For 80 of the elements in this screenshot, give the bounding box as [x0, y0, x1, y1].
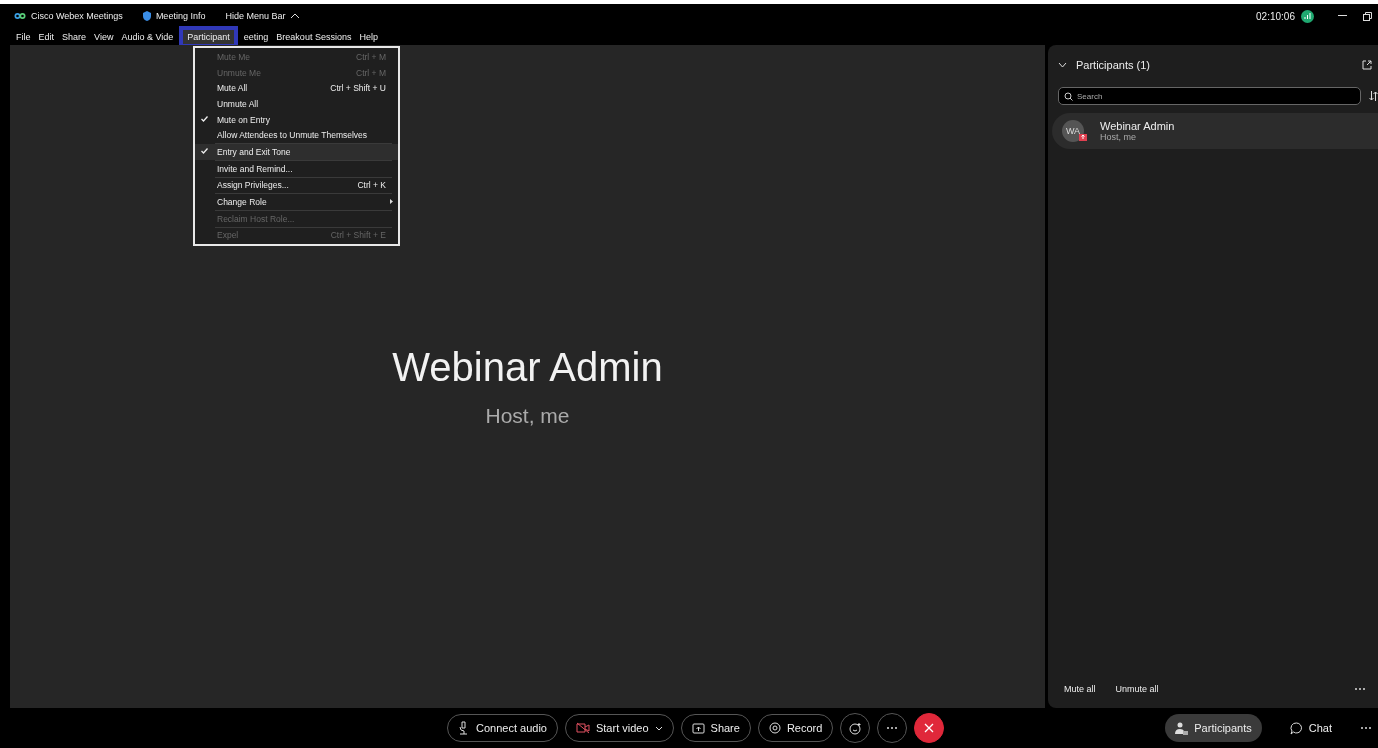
panel-title: Participants (1) — [1076, 59, 1150, 71]
chevron-down-icon[interactable] — [654, 725, 663, 731]
audio-button[interactable]: Connect audio — [447, 714, 558, 742]
menu-option[interactable]: Allow Attendees to Unmute Themselves — [195, 127, 398, 144]
menu-item[interactable]: Help — [355, 29, 382, 44]
logo-icon — [14, 12, 26, 20]
menu-label: Mute on Entry — [217, 114, 270, 125]
record-button[interactable]: Record — [757, 714, 834, 742]
chevron-up-icon — [290, 13, 301, 19]
menu-item[interactable]: View — [90, 29, 118, 44]
menu-option[interactable]: Unmute All — [195, 96, 398, 112]
menu-label: Entry and Exit Tone — [217, 146, 291, 157]
shortcut-label: Ctrl + M — [356, 67, 386, 78]
sort-icon[interactable] — [1369, 91, 1378, 101]
participant-name: Webinar Admin — [392, 345, 663, 390]
collapse-icon[interactable] — [1058, 62, 1067, 68]
menu-option[interactable]: Assign Privileges... Ctrl + K — [195, 177, 398, 194]
video-button[interactable]: Start video — [564, 714, 674, 742]
leave-button[interactable] — [914, 713, 945, 743]
participant-role: Host, me — [1100, 132, 1137, 142]
menu-option[interactable]: Invite and Remind... — [195, 160, 398, 177]
menu-option[interactable]: Entry and Exit Tone — [195, 144, 398, 160]
menu-label: Change Role — [217, 197, 267, 208]
share-button[interactable]: Share — [680, 714, 751, 742]
avatar-initials: WA — [1065, 126, 1081, 136]
shortcut-label: Ctrl + K — [357, 180, 386, 191]
video-off-icon — [575, 722, 590, 734]
search-field[interactable]: Search — [1058, 87, 1361, 105]
menu-item[interactable]: Audio & Vide — [117, 29, 178, 44]
meeting-clock: 02:10:06 — [1256, 10, 1295, 22]
menu-label: Unmute Me — [217, 67, 261, 78]
menu-option[interactable]: Change Role — [195, 194, 398, 210]
app-title: Cisco Webex Meetings — [31, 11, 123, 21]
shortcut-label: Ctrl + M — [356, 51, 386, 62]
more-icon — [1360, 726, 1372, 730]
meeting-info-link[interactable]: Meeting Info — [155, 11, 206, 21]
menu-item[interactable]: File — [12, 29, 35, 44]
menu-label: Reclaim Host Role... — [217, 213, 295, 224]
minimize-icon[interactable] — [1338, 15, 1347, 17]
shortcut-label: Ctrl + Shift + E — [330, 230, 386, 241]
menu-item[interactable]: Share — [58, 29, 91, 44]
menu-label: Invite and Remind... — [217, 163, 293, 174]
pop-out-icon[interactable] — [1362, 60, 1372, 70]
shortcut-label: Ctrl + Shift + U — [330, 83, 386, 94]
record-icon — [768, 722, 781, 734]
reactions-button[interactable] — [840, 713, 871, 743]
menu-item[interactable]: Breakout Sessions — [272, 29, 356, 44]
more-icon — [886, 726, 899, 730]
shield-icon — [142, 11, 151, 21]
menu-label: Expel — [217, 230, 239, 241]
menu-option[interactable]: Mute on Entry — [195, 111, 398, 128]
submenu-arrow-icon — [390, 199, 393, 205]
menu-label: Mute All — [217, 83, 248, 94]
share-screen-icon — [691, 722, 705, 734]
chat-icon — [1289, 721, 1303, 735]
panel-action-button[interactable]: Unmute all — [1115, 684, 1159, 694]
hide-menu-bar-button[interactable]: Hide Menu Bar — [225, 11, 301, 21]
signal-icon — [1301, 9, 1314, 23]
participant-row[interactable]: WA Webinar Admin Host, me — [1052, 113, 1378, 149]
participants-tab[interactable]: Participants — [1165, 714, 1262, 742]
microphone-icon — [458, 721, 470, 735]
menu-label: Unmute All — [217, 98, 259, 109]
close-icon — [924, 723, 935, 733]
participant-name: Webinar Admin — [1100, 120, 1175, 132]
restore-icon[interactable] — [1363, 11, 1372, 21]
emoji-icon — [848, 721, 862, 735]
more-icon — [1354, 687, 1366, 691]
search-icon — [1064, 92, 1073, 101]
panel-action-button[interactable]: Mute all — [1064, 684, 1096, 694]
person-icon — [1175, 721, 1189, 735]
menu-label: Allow Attendees to Unmute Themselves — [217, 130, 368, 141]
more-button[interactable] — [877, 713, 908, 743]
muted-icon — [1079, 134, 1087, 141]
participant-role: Host, me — [485, 404, 570, 428]
menu-option[interactable]: Mute All Ctrl + Shift + U — [195, 80, 398, 97]
menu-label: Mute Me — [217, 51, 251, 62]
menu-label: Assign Privileges... — [217, 180, 289, 191]
menu-item[interactable]: eeting — [239, 29, 273, 44]
chat-tab[interactable]: Chat — [1279, 714, 1342, 742]
menu-item[interactable]: Edit — [34, 29, 59, 44]
